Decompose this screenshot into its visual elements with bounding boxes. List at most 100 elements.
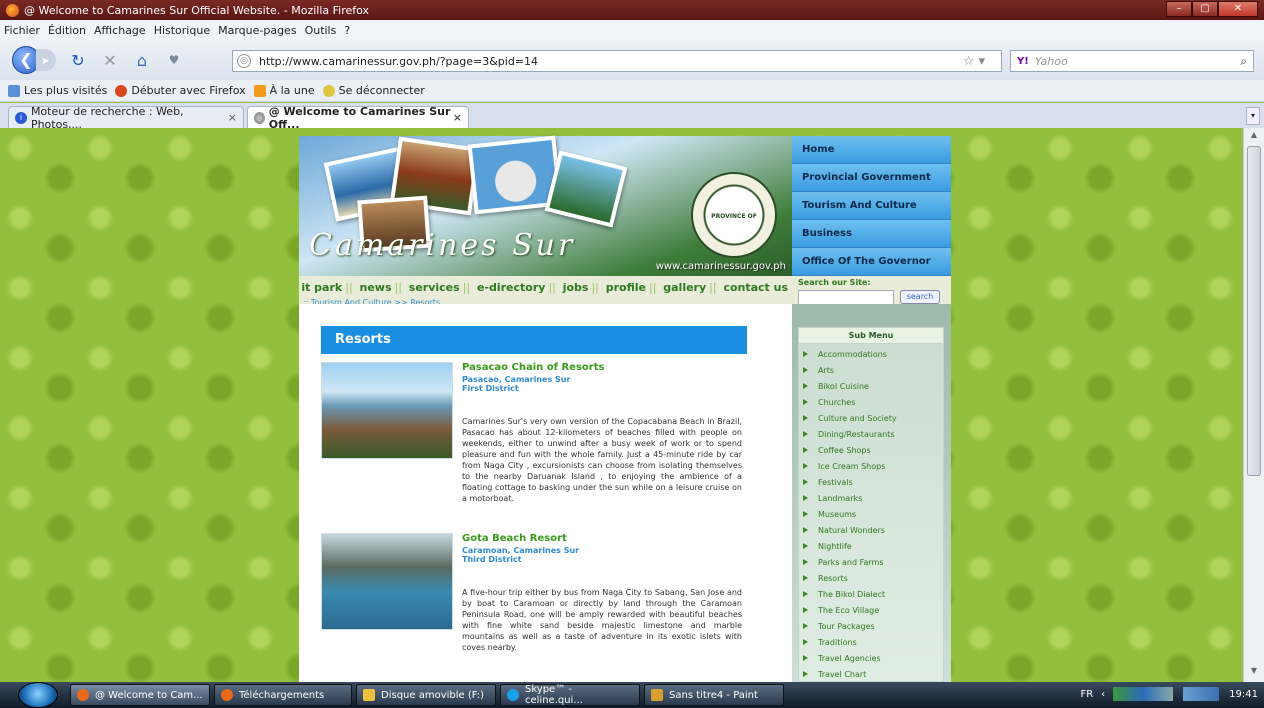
menu-help[interactable]: ? bbox=[344, 24, 350, 37]
site-search-button[interactable]: search bbox=[900, 290, 940, 304]
link-jobs[interactable]: jobs bbox=[563, 281, 589, 294]
arrow-icon bbox=[803, 639, 808, 645]
sub-menu-item[interactable]: Coffee Shops bbox=[803, 446, 871, 455]
link-services[interactable]: services bbox=[409, 281, 460, 294]
sub-menu-item[interactable]: Natural Wonders bbox=[803, 526, 885, 535]
menu-outils[interactable]: Outils bbox=[305, 24, 337, 37]
arrow-icon bbox=[803, 463, 808, 469]
bookmark-folder-icon bbox=[8, 84, 20, 97]
menu-historique[interactable]: Historique bbox=[154, 24, 210, 37]
sub-menu-item[interactable]: Dining/Restaurants bbox=[803, 430, 894, 439]
scroll-thumb[interactable] bbox=[1247, 146, 1261, 476]
window-titlebar: @ Welcome to Camarines Sur Official Webs… bbox=[0, 0, 1264, 20]
scroll-up-icon[interactable]: ▲ bbox=[1247, 130, 1261, 144]
reload-icon[interactable]: ↻ bbox=[68, 51, 88, 70]
search-icon[interactable]: ⌕ bbox=[1240, 54, 1247, 69]
sub-menu-item[interactable]: Travel Chart bbox=[803, 670, 866, 679]
arrow-icon bbox=[803, 495, 808, 501]
bookmark-getting-started[interactable]: Débuter avec Firefox bbox=[115, 84, 246, 97]
minimize-button[interactable]: – bbox=[1166, 1, 1192, 17]
sub-menu-item[interactable]: Churches bbox=[803, 398, 855, 407]
taskbar-paint[interactable]: Sans titre4 - Paint bbox=[644, 684, 784, 706]
site-identity-icon[interactable]: ◎ bbox=[237, 54, 251, 68]
forward-button[interactable]: ▸ bbox=[36, 49, 56, 71]
scroll-down-icon[interactable]: ▼ bbox=[1247, 666, 1261, 680]
main-content: Resorts Pasacao Chain of Resorts Pasacao… bbox=[299, 304, 792, 682]
taskbar-label: Téléchargements bbox=[239, 689, 325, 701]
province-seal: PROVINCE OF CAMARINES SUR bbox=[691, 172, 777, 306]
taskbar-removable-disk[interactable]: Disque amovible (F:) bbox=[356, 684, 496, 706]
extension-icon[interactable]: ♥ bbox=[164, 53, 184, 67]
link-contact-us[interactable]: contact us bbox=[723, 281, 788, 294]
taskbar-skype[interactable]: Skype™ - celine.qui... bbox=[500, 684, 640, 706]
sub-menu-item[interactable]: Traditions bbox=[803, 638, 857, 647]
taskbar-downloads[interactable]: Téléchargements bbox=[214, 684, 352, 706]
bookmark-star-icon[interactable]: ☆ ▾ bbox=[963, 54, 985, 69]
sub-menu-item-label: Coffee Shops bbox=[818, 446, 871, 455]
menu-marque-pages[interactable]: Marque-pages bbox=[218, 24, 296, 37]
close-tab-icon[interactable]: × bbox=[228, 111, 237, 124]
link-gallery[interactable]: gallery bbox=[663, 281, 706, 294]
tab-search-engine[interactable]: l Moteur de recherche : Web, Photos,... × bbox=[8, 105, 244, 131]
link-profile[interactable]: profile bbox=[606, 281, 646, 294]
sub-menu-item-label: The Bikol Dialect bbox=[818, 590, 886, 599]
sub-menu-item-label: Culture and Society bbox=[818, 414, 897, 423]
close-button[interactable]: ✕ bbox=[1218, 1, 1258, 17]
firefox-icon bbox=[77, 689, 89, 701]
language-indicator[interactable]: FR bbox=[1080, 689, 1093, 700]
home-icon[interactable]: ⌂ bbox=[132, 51, 152, 70]
url-bar[interactable]: ◎ http://www.camarinessur.gov.ph/?page=3… bbox=[232, 50, 1002, 72]
tab-list-dropdown[interactable]: ▾ bbox=[1246, 107, 1260, 125]
bookmark-most-visited[interactable]: Les plus visités bbox=[8, 84, 107, 97]
vertical-scrollbar[interactable]: ▲ ▼ bbox=[1243, 128, 1264, 682]
link-e-directory[interactable]: e-directory bbox=[477, 281, 546, 294]
maximize-button[interactable]: ▢ bbox=[1192, 1, 1218, 17]
sub-menu-item[interactable]: Parks and Farms bbox=[803, 558, 883, 567]
nav-business[interactable]: Business bbox=[792, 220, 951, 248]
menu-affichage[interactable]: Affichage bbox=[94, 24, 146, 37]
navigation-toolbar: ❮ ▸ ↻ ✕ ⌂ ♥ ◎ http://www.camarinessur.go… bbox=[0, 40, 1264, 80]
sub-menu-item[interactable]: The Eco Village bbox=[803, 606, 879, 615]
tray-chevron-icon[interactable]: ‹ bbox=[1101, 689, 1105, 700]
sub-menu-item[interactable]: Arts bbox=[803, 366, 834, 375]
nav-tourism-and-culture[interactable]: Tourism And Culture bbox=[792, 192, 951, 220]
tab-camarines-sur[interactable]: ◎ @ Welcome to Camarines Sur Off... × bbox=[247, 104, 469, 131]
sub-menu-item[interactable]: Museums bbox=[803, 510, 856, 519]
nav-office-of-the-governor[interactable]: Office Of The Governor bbox=[792, 248, 951, 276]
sub-menu-item[interactable]: Culture and Society bbox=[803, 414, 897, 423]
nav-provincial-government[interactable]: Provincial Government bbox=[792, 164, 951, 192]
sub-menu-item[interactable]: Ice Cream Shops bbox=[803, 462, 885, 471]
tray-icons[interactable] bbox=[1113, 687, 1174, 701]
banner-photo bbox=[544, 150, 628, 228]
search-bar[interactable]: Y! Yahoo ⌕ bbox=[1010, 50, 1254, 72]
taskbar-firefox[interactable]: @ Welcome to Cam... bbox=[70, 684, 210, 706]
resort-name[interactable]: Gota Beach Resort bbox=[462, 533, 567, 544]
tab-label: @ Welcome to Camarines Sur Off... bbox=[268, 104, 451, 131]
sub-menu-item[interactable]: Festivals bbox=[803, 478, 853, 487]
bookmark-logout[interactable]: Se déconnecter bbox=[322, 84, 425, 97]
sub-menu-item[interactable]: Resorts bbox=[803, 574, 848, 583]
network-volume-icons[interactable] bbox=[1183, 687, 1220, 701]
nav-home[interactable]: Home bbox=[792, 136, 951, 164]
link-it-park[interactable]: it park bbox=[301, 281, 342, 294]
sub-menu-item[interactable]: Landmarks bbox=[803, 494, 862, 503]
yahoo-icon[interactable]: Y! bbox=[1017, 56, 1029, 67]
resort-photo bbox=[321, 533, 453, 630]
clock[interactable]: 19:41 bbox=[1229, 689, 1258, 700]
bookmark-label: À la une bbox=[269, 84, 315, 97]
arrow-icon bbox=[803, 543, 808, 549]
sub-menu-item[interactable]: Bikol Cuisine bbox=[803, 382, 869, 391]
sub-menu-item[interactable]: Accommodations bbox=[803, 350, 887, 359]
link-news[interactable]: news bbox=[360, 281, 392, 294]
sub-menu-item[interactable]: The Bikol Dialect bbox=[803, 590, 885, 599]
menu-edition[interactable]: Édition bbox=[48, 24, 86, 37]
menu-fichier[interactable]: Fichier bbox=[4, 24, 40, 37]
sub-menu-item[interactable]: Travel Agencies bbox=[803, 654, 881, 663]
close-tab-icon[interactable]: × bbox=[453, 111, 462, 124]
stop-icon[interactable]: ✕ bbox=[100, 51, 120, 70]
resort-name[interactable]: Pasacao Chain of Resorts bbox=[462, 362, 604, 373]
sub-menu-item[interactable]: Tour Packages bbox=[803, 622, 875, 631]
sub-menu-item[interactable]: Nightlife bbox=[803, 542, 852, 551]
bookmark-headlines[interactable]: À la une bbox=[253, 84, 315, 97]
start-button[interactable] bbox=[18, 682, 58, 708]
